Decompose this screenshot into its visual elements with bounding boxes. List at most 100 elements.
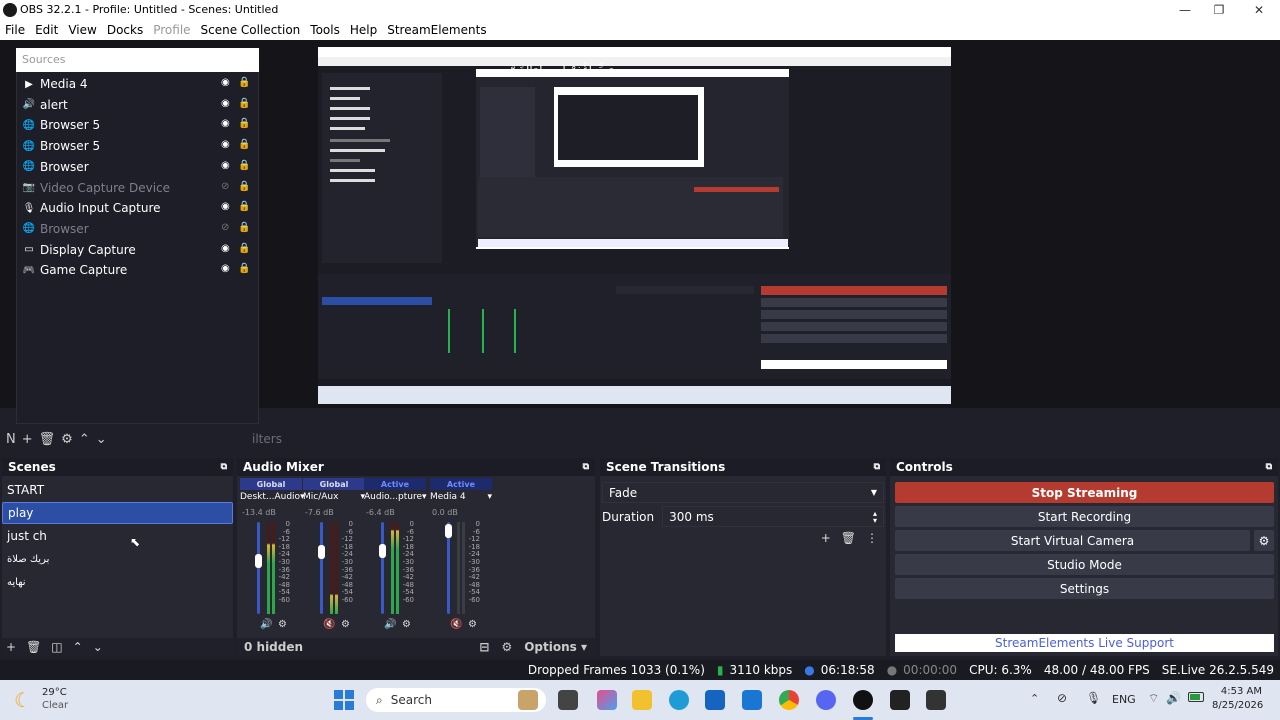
taskbar-file-explorer-icon[interactable] xyxy=(632,690,652,710)
mute-speaker-icon[interactable]: 🔇 xyxy=(323,619,335,630)
dock-float-icon[interactable]: ⧉ xyxy=(583,462,589,472)
eye-hidden-icon[interactable]: ⊘ xyxy=(221,181,229,192)
duration-spinbox[interactable]: 300 ms ▴ ▾ xyxy=(662,506,884,527)
taskbar-mail-icon[interactable] xyxy=(742,690,762,710)
battery-icon[interactable] xyxy=(1188,692,1204,702)
move-scene-up-button[interactable]: ⌃ xyxy=(73,640,83,654)
unlock-icon[interactable]: 🔒 xyxy=(238,181,250,192)
lock-icon[interactable]: 🔒 xyxy=(238,222,250,233)
source-item[interactable]: 🎮 Game Capture ◉ 🔒 xyxy=(22,260,252,280)
source-properties-gear-icon[interactable]: ⚙ xyxy=(61,432,73,447)
fader-handle[interactable] xyxy=(379,544,386,559)
scene-item[interactable]: START xyxy=(2,479,233,501)
speaker-icon[interactable]: 🔊 xyxy=(1166,691,1181,705)
unlock-icon[interactable]: 🔒 xyxy=(238,77,250,88)
menu-view[interactable]: View xyxy=(63,23,101,37)
channel-settings-icon[interactable]: ⚙ xyxy=(341,619,350,630)
channel-settings-icon[interactable]: ⚙ xyxy=(468,619,477,630)
source-item[interactable]: 🔊 alert ◉ 🔒 xyxy=(22,95,252,115)
volume-fader[interactable] xyxy=(320,522,323,614)
menu-streamelements[interactable]: StreamElements xyxy=(382,23,491,37)
fader-handle[interactable] xyxy=(318,545,325,560)
scene-item[interactable]: بريك صلاة xyxy=(2,548,233,570)
remove-source-button[interactable]: 🗑 xyxy=(39,432,56,447)
settings-button[interactable]: Settings xyxy=(895,578,1274,599)
eye-icon[interactable]: ◉ xyxy=(221,160,230,171)
mute-speaker-icon[interactable]: 🔇 xyxy=(450,619,462,630)
lock-icon[interactable]: 🔒 xyxy=(238,118,250,129)
eye-icon[interactable]: ◉ xyxy=(221,243,230,254)
menu-profile[interactable]: Profile xyxy=(148,23,195,37)
eye-icon[interactable]: ◉ xyxy=(221,98,230,109)
source-item[interactable]: 🌐 Browser ◉ 🔒 xyxy=(22,157,252,177)
start-recording-button[interactable]: Start Recording xyxy=(895,506,1274,527)
taskbar-task-view-icon[interactable] xyxy=(558,690,578,710)
clock[interactable]: 4:53 AM 8/25/2026 xyxy=(1212,685,1263,713)
taskbar-chrome-icon[interactable] xyxy=(779,690,799,710)
dock-float-icon[interactable]: ⧉ xyxy=(1266,462,1272,472)
menu-tools[interactable]: Tools xyxy=(305,23,345,37)
source-item[interactable]: 📷 Video Capture Device ⊘ 🔒 xyxy=(22,178,252,198)
volume-fader[interactable] xyxy=(381,522,384,614)
source-item[interactable]: ▶ Media 4 ◉ 🔒 xyxy=(22,74,252,94)
taskbar-discord-icon[interactable] xyxy=(816,690,836,710)
source-item[interactable]: ▭ Display Capture ◉ 🔒 xyxy=(22,240,252,260)
tray-chevron-up-icon[interactable]: ⌃ xyxy=(1030,692,1039,705)
dock-float-icon[interactable]: ⧉ xyxy=(874,462,880,472)
language-indicator[interactable]: ENG xyxy=(1112,693,1136,706)
source-item[interactable]: 🎙 Audio Input Capture ◉ 🔒 xyxy=(22,198,252,218)
stop-streaming-button[interactable]: Stop Streaming xyxy=(895,482,1274,503)
lock-icon[interactable]: 🔒 xyxy=(238,139,250,150)
scene-item[interactable]: نهايه xyxy=(2,571,233,593)
unlock-icon[interactable]: 🔒 xyxy=(238,98,250,109)
transition-menu-icon[interactable]: ⋮ xyxy=(866,531,878,545)
add-scene-button[interactable]: + xyxy=(6,640,16,654)
eye-hidden-icon[interactable]: ⊘ xyxy=(221,222,229,233)
lock-icon[interactable]: 🔒 xyxy=(238,243,250,254)
lock-icon[interactable]: 🔒 xyxy=(238,263,250,274)
eye-icon[interactable]: ◉ xyxy=(221,139,230,150)
transition-select[interactable]: Fade ▼ xyxy=(602,482,884,503)
unlock-icon[interactable]: 🔒 xyxy=(238,160,250,171)
taskbar-epic-games-icon[interactable] xyxy=(890,690,910,710)
eye-icon[interactable]: ◉ xyxy=(221,77,230,88)
source-item[interactable]: 🌐 Browser 5 ◉ 🔒 xyxy=(22,115,252,135)
channel-menu-chevron-icon[interactable]: ▾ xyxy=(487,492,492,502)
scene-item[interactable]: just ch xyxy=(2,525,233,547)
filters-tab[interactable]: ilters xyxy=(252,432,282,446)
menu-edit[interactable]: Edit xyxy=(30,23,63,37)
taskbar-store-icon[interactable] xyxy=(705,690,725,710)
streamelements-support-button[interactable]: StreamElements Live Support xyxy=(895,634,1274,652)
taskbar-edge-icon[interactable] xyxy=(669,690,689,710)
move-source-up-button[interactable]: ⌃ xyxy=(79,432,90,447)
menu-file[interactable]: File xyxy=(0,23,30,37)
taskbar-copilot-icon[interactable] xyxy=(597,690,617,710)
fader-handle[interactable] xyxy=(255,553,262,568)
scene-item[interactable]: play xyxy=(2,502,233,524)
eye-icon[interactable]: ◉ xyxy=(221,118,230,129)
taskbar-app-icon[interactable] xyxy=(926,690,946,710)
mute-speaker-icon[interactable]: 🔊 xyxy=(384,619,396,630)
studio-mode-button[interactable]: Studio Mode xyxy=(895,554,1274,575)
volume-fader[interactable] xyxy=(257,522,260,614)
menu-docks[interactable]: Docks xyxy=(102,23,148,37)
eye-icon[interactable]: ◉ xyxy=(221,263,230,274)
lock-icon[interactable]: 🔒 xyxy=(238,201,250,212)
remove-transition-button[interactable]: 🗑 xyxy=(841,531,856,545)
taskbar-widgets-icon[interactable] xyxy=(518,690,538,710)
menu-help[interactable]: Help xyxy=(345,23,382,37)
spin-arrows-icon[interactable]: ▴ ▾ xyxy=(873,509,877,524)
scene-filters-button[interactable]: ◫ xyxy=(51,640,62,654)
add-source-button[interactable]: + xyxy=(22,432,33,447)
channel-menu-chevron-icon[interactable]: ▾ xyxy=(422,492,427,502)
advanced-audio-icon[interactable]: ⚙ xyxy=(501,640,512,654)
add-transition-button[interactable]: + xyxy=(821,531,831,545)
tray-network-off-icon[interactable]: ⊘ xyxy=(1057,691,1067,705)
mixer-layout-icon[interactable]: ⊟ xyxy=(479,640,489,654)
close-button[interactable]: ✕ xyxy=(1236,0,1280,20)
remove-scene-button[interactable]: 🗑 xyxy=(26,640,41,654)
mixer-options-button[interactable]: Options ▾ xyxy=(524,640,587,654)
channel-settings-icon[interactable]: ⚙ xyxy=(402,619,411,630)
start-virtual-camera-button[interactable]: Start Virtual Camera xyxy=(895,530,1250,551)
virtual-camera-gear-icon[interactable]: ⚙ xyxy=(1254,530,1274,551)
